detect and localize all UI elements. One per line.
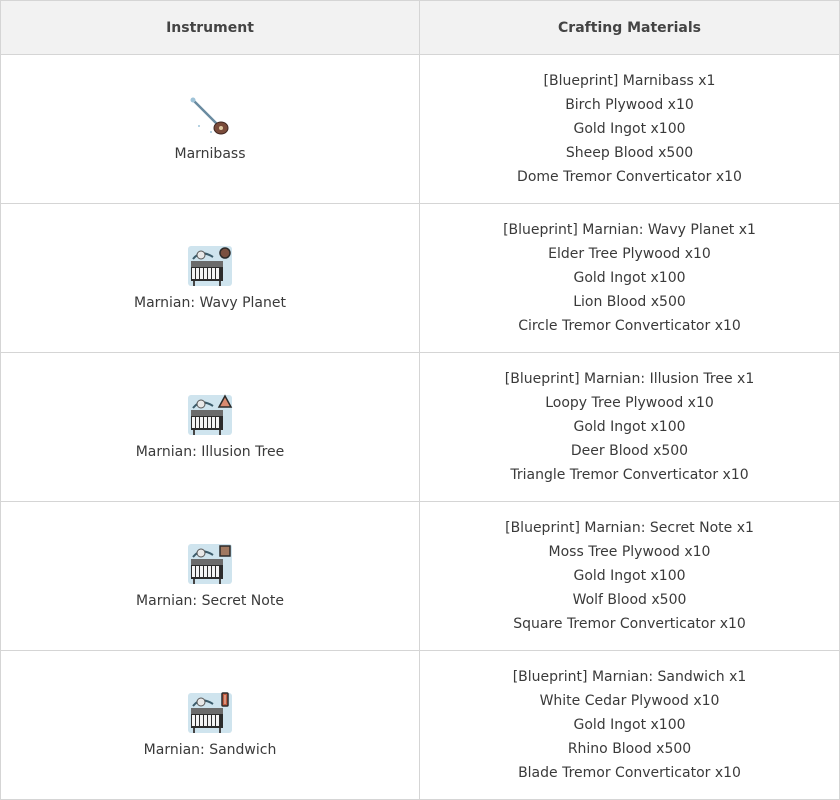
- materials-cell: [Blueprint] Marnian: Illusion Tree x1 Lo…: [419, 352, 840, 502]
- instrument-cell: Marnibass: [0, 54, 420, 204]
- instrument-cell: Marnian: Wavy Planet: [0, 203, 420, 353]
- material-item: Lion Blood x500: [573, 294, 686, 310]
- materials-column-header: Crafting Materials: [419, 0, 840, 55]
- material-item: Gold Ingot x100: [573, 121, 686, 137]
- material-item: [Blueprint] Marnian: Wavy Planet x1: [503, 222, 756, 238]
- materials-cell: [Blueprint] Marnian: Sandwich x1 White C…: [419, 650, 840, 800]
- table-header-row: Instrument Crafting Materials: [0, 0, 840, 55]
- instrument-name: Marnian: Sandwich: [143, 742, 277, 758]
- table-row: Marnian: Wavy Planet [Blueprint] Marnian…: [0, 203, 840, 353]
- piano-circle-icon: [187, 245, 233, 287]
- material-item: Deer Blood x500: [570, 443, 689, 459]
- instrument-name: Marnian: Secret Note: [136, 593, 284, 609]
- piano-square-icon: [187, 543, 233, 585]
- instrument-column-header: Instrument: [0, 0, 420, 55]
- bass-instrument-icon: [188, 97, 232, 137]
- materials-cell: [Blueprint] Marnian: Secret Note x1 Moss…: [419, 501, 840, 651]
- table-row: Marnian: Secret Note [Blueprint] Marnian…: [0, 501, 840, 651]
- instrument-cell: Marnian: Secret Note: [0, 501, 420, 651]
- material-item: [Blueprint] Marnian: Illusion Tree x1: [504, 371, 755, 387]
- material-item: Square Tremor Converticator x10: [513, 616, 746, 632]
- materials-cell: [Blueprint] Marnian: Wavy Planet x1 Elde…: [419, 203, 840, 353]
- instrument-name: Marnibass: [174, 146, 246, 162]
- material-item: Loopy Tree Plywood x10: [545, 395, 714, 411]
- instrument-name: Marnian: Illusion Tree: [135, 444, 285, 460]
- material-item: Gold Ingot x100: [573, 717, 686, 733]
- crafting-table: Instrument Crafting Materials Marnibass …: [0, 0, 840, 800]
- material-item: Moss Tree Plywood x10: [548, 544, 711, 560]
- material-item: Gold Ingot x100: [573, 270, 686, 286]
- materials-cell: [Blueprint] Marnibass x1 Birch Plywood x…: [419, 54, 840, 204]
- material-item: Circle Tremor Converticator x10: [518, 318, 741, 334]
- material-item: Gold Ingot x100: [573, 419, 686, 435]
- material-item: [Blueprint] Marnibass x1: [543, 73, 716, 89]
- material-item: Birch Plywood x10: [565, 97, 694, 113]
- material-item: Sheep Blood x500: [565, 145, 694, 161]
- instrument-name: Marnian: Wavy Planet: [134, 295, 286, 311]
- material-item: White Cedar Plywood x10: [539, 693, 720, 709]
- material-item: Blade Tremor Converticator x10: [518, 765, 741, 781]
- table-row: Marnian: Sandwich [Blueprint] Marnian: S…: [0, 650, 840, 800]
- material-item: Elder Tree Plywood x10: [548, 246, 711, 262]
- instrument-cell: Marnian: Illusion Tree: [0, 352, 420, 502]
- piano-blade-icon: [187, 692, 233, 734]
- table-row: Marnian: Illusion Tree [Blueprint] Marni…: [0, 352, 840, 502]
- table-row: Marnibass [Blueprint] Marnibass x1 Birch…: [0, 54, 840, 204]
- material-item: [Blueprint] Marnian: Secret Note x1: [505, 520, 754, 536]
- material-item: Gold Ingot x100: [573, 568, 686, 584]
- material-item: Rhino Blood x500: [567, 741, 692, 757]
- material-item: [Blueprint] Marnian: Sandwich x1: [512, 669, 747, 685]
- material-item: Wolf Blood x500: [572, 592, 687, 608]
- instrument-cell: Marnian: Sandwich: [0, 650, 420, 800]
- material-item: Dome Tremor Converticator x10: [517, 169, 742, 185]
- piano-triangle-icon: [187, 394, 233, 436]
- material-item: Triangle Tremor Converticator x10: [510, 467, 749, 483]
